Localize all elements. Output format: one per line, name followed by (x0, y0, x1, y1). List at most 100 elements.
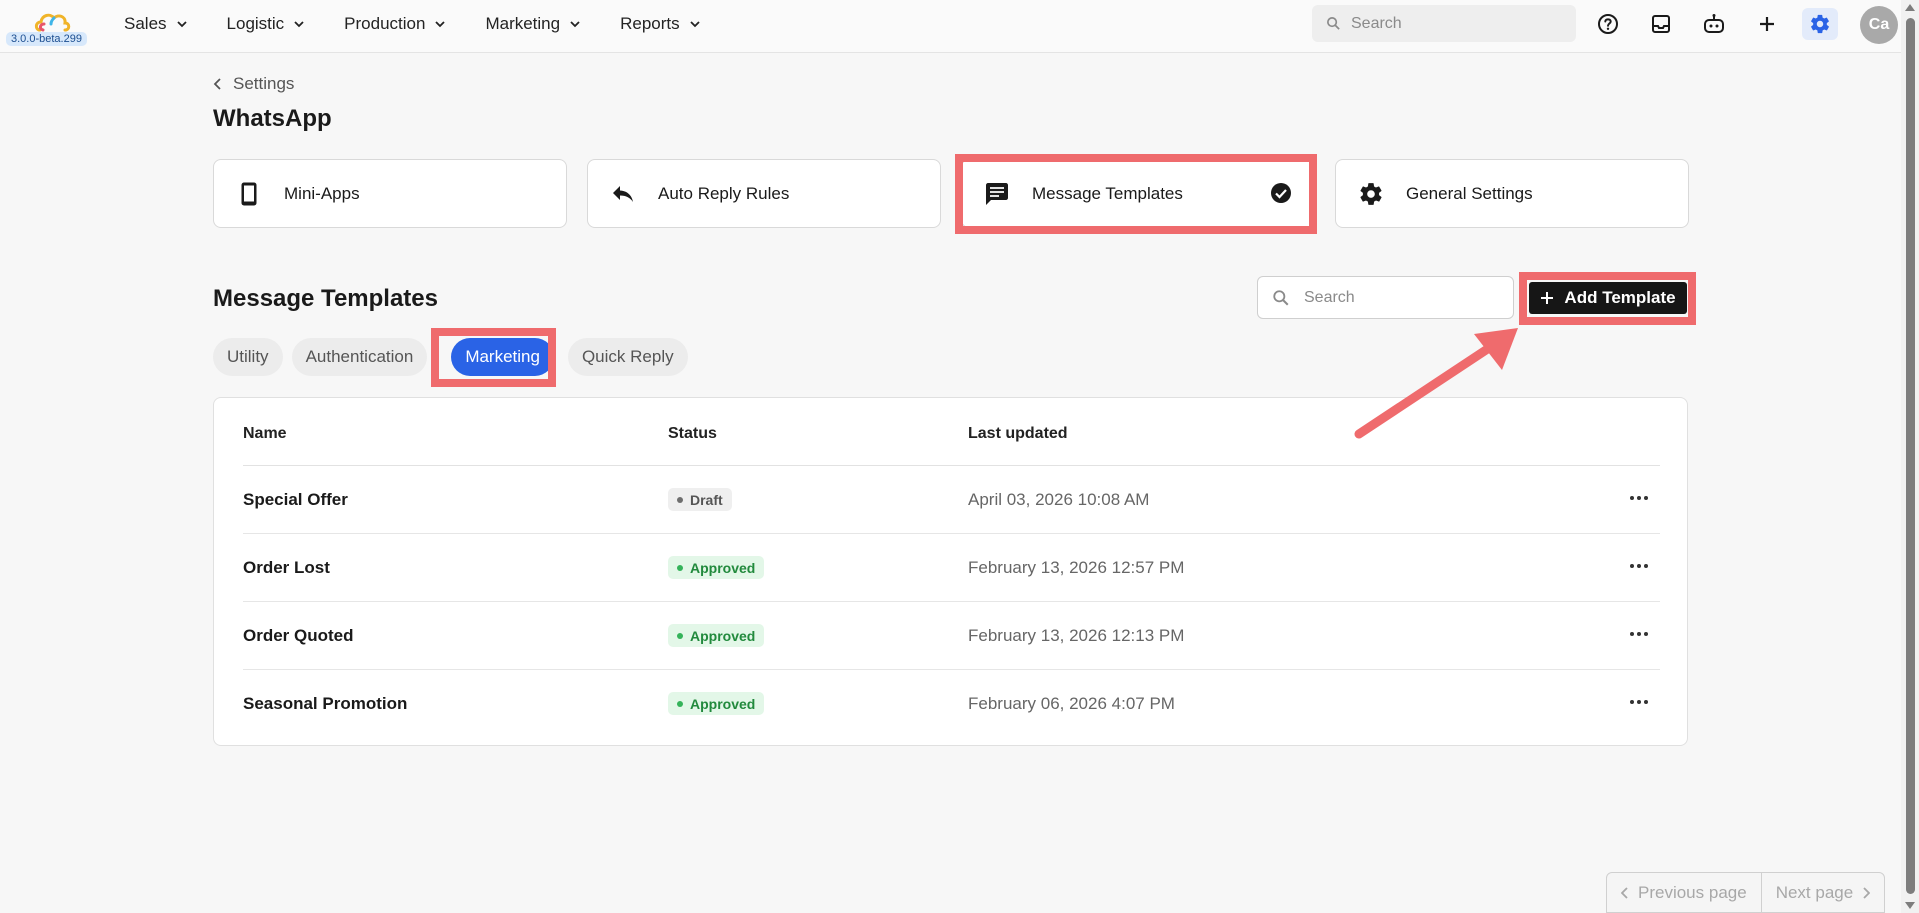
column-header-status[interactable]: Status (668, 425, 717, 443)
bot-icon[interactable] (1696, 8, 1732, 40)
template-name: Order Quoted (243, 626, 354, 645)
scrollbar[interactable] (1901, 0, 1919, 913)
card-auto-reply-rules[interactable]: Auto Reply Rules (587, 159, 941, 228)
table-row[interactable]: Seasonal Promotion Approved February 06,… (243, 670, 1660, 738)
message-icon (984, 181, 1010, 207)
check-circle-icon (1271, 183, 1291, 203)
inbox-icon[interactable] (1643, 8, 1679, 40)
template-name: Special Offer (243, 490, 348, 509)
nav-production[interactable]: Production (344, 14, 446, 34)
chevron-down-icon (435, 21, 446, 28)
nav-reports[interactable]: Reports (620, 14, 701, 34)
settings-icon[interactable] (1802, 8, 1838, 40)
tab-utility[interactable]: Utility (213, 338, 283, 376)
more-actions-icon[interactable] (1627, 486, 1651, 510)
template-search-placeholder: Search (1304, 288, 1355, 306)
nav-production-label: Production (344, 14, 426, 33)
global-search-placeholder: Search (1351, 14, 1402, 32)
card-message-templates-label: Message Templates (1032, 183, 1183, 203)
nav-sales[interactable]: Sales (124, 14, 188, 34)
status-label: Draft (690, 491, 723, 508)
template-name: Order Lost (243, 558, 330, 577)
app-logo[interactable]: 3.0.0-beta.299 (6, 8, 98, 50)
top-bar: 3.0.0-beta.299 Sales Logistic Production… (0, 0, 1901, 53)
chevron-down-icon (176, 21, 187, 28)
last-updated: February 13, 2026 12:13 PM (968, 626, 1185, 645)
help-icon[interactable] (1590, 8, 1626, 40)
breadcrumb[interactable]: Settings (213, 74, 294, 94)
status-badge: Approved (668, 692, 765, 715)
next-page-label: Next page (1775, 882, 1854, 902)
previous-page-label: Previous page (1638, 882, 1747, 902)
more-actions-icon[interactable] (1627, 554, 1651, 578)
tab-quick-reply[interactable]: Quick Reply (567, 338, 688, 376)
version-badge: 3.0.0-beta.299 (6, 32, 87, 46)
status-dot (677, 632, 683, 639)
gear-icon (1358, 181, 1384, 207)
plus-icon (1541, 292, 1554, 304)
main-nav: Sales Logistic Production Marketing Repo… (124, 0, 740, 48)
template-search-input[interactable]: Search (1257, 276, 1514, 319)
status-badge: Approved (668, 624, 765, 647)
status-dot (677, 564, 683, 571)
status-label: Approved (690, 559, 756, 576)
card-mini-apps[interactable]: Mini-Apps (213, 159, 567, 228)
card-auto-reply-label: Auto Reply Rules (658, 183, 790, 203)
more-actions-icon[interactable] (1627, 622, 1651, 646)
card-mini-apps-label: Mini-Apps (284, 183, 360, 203)
nav-logistic-label: Logistic (226, 14, 285, 33)
status-badge: Approved (668, 556, 765, 579)
chevron-down-icon (570, 21, 580, 28)
status-label: Approved (690, 627, 756, 644)
tab-authentication[interactable]: Authentication (291, 338, 428, 376)
status-dot (677, 496, 683, 503)
nav-marketing[interactable]: Marketing (485, 14, 581, 34)
category-tabs: Utility Authentication Marketing Quick R… (213, 338, 697, 376)
pagination: Previous page Next page (1606, 872, 1886, 913)
scroll-up-icon[interactable] (1905, 4, 1915, 11)
nav-logistic[interactable]: Logistic (227, 14, 306, 34)
table-row[interactable]: Order Lost Approved February 13, 2026 12… (243, 534, 1660, 602)
top-icons (1590, 8, 1855, 40)
card-message-templates[interactable]: Message Templates (961, 159, 1315, 228)
cloud-logo-icon (34, 13, 71, 32)
nav-marketing-label: Marketing (485, 14, 561, 33)
nav-reports-label: Reports (620, 14, 680, 33)
chevron-down-icon (689, 21, 700, 28)
avatar[interactable]: Ca (1860, 6, 1898, 44)
status-badge: Draft (668, 488, 732, 511)
chevron-left-icon (213, 78, 221, 90)
chevron-right-icon (1863, 886, 1871, 899)
last-updated: April 03, 2026 10:08 AM (968, 490, 1150, 509)
status-dot (677, 700, 683, 707)
chevron-left-icon (1621, 886, 1628, 899)
table-header: Name Status Last updated (243, 398, 1660, 466)
page-title: WhatsApp (213, 105, 332, 132)
table-row[interactable]: Special Offer Draft April 03, 2026 10:08… (243, 466, 1660, 534)
last-updated: February 13, 2026 12:57 PM (968, 558, 1185, 577)
search-icon (1327, 17, 1340, 30)
column-header-name[interactable]: Name (243, 425, 287, 443)
chevron-down-icon (294, 21, 304, 28)
breadcrumb-label: Settings (233, 74, 295, 93)
more-actions-icon[interactable] (1627, 690, 1651, 714)
table-row[interactable]: Order Quoted Approved February 13, 2026 … (243, 602, 1660, 670)
templates-table: Name Status Last updated Special Offer D… (213, 397, 1688, 746)
phone-icon (236, 181, 262, 207)
search-icon (1273, 289, 1289, 305)
plus-icon[interactable] (1749, 8, 1785, 40)
next-page-button[interactable]: Next page (1760, 873, 1885, 912)
status-label: Approved (690, 695, 756, 712)
section-title: Message Templates (213, 285, 438, 312)
global-search-input[interactable]: Search (1312, 5, 1576, 42)
scroll-thumb[interactable] (1906, 18, 1915, 894)
previous-page-button[interactable]: Previous page (1607, 873, 1761, 912)
tab-marketing[interactable]: Marketing (451, 338, 554, 376)
add-template-label: Add Template (1564, 288, 1676, 307)
reply-icon (610, 181, 636, 207)
scroll-down-icon[interactable] (1905, 902, 1915, 909)
column-header-updated[interactable]: Last updated (968, 425, 1068, 443)
add-template-button[interactable]: Add Template (1529, 282, 1687, 314)
card-general-settings-label: General Settings (1406, 183, 1533, 203)
card-general-settings[interactable]: General Settings (1335, 159, 1689, 228)
